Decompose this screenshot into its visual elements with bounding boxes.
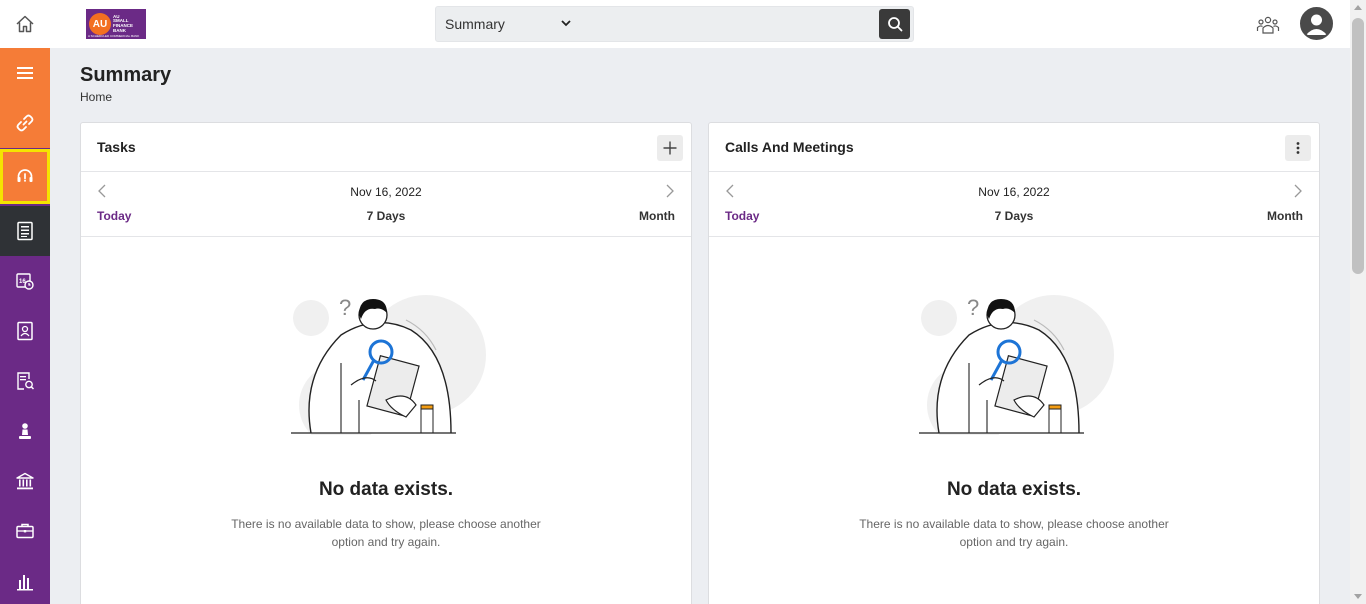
current-date: Nov 16, 2022 — [350, 185, 422, 199]
range-month[interactable]: Month — [639, 209, 675, 223]
scrollbar-thumb[interactable] — [1352, 18, 1364, 274]
logo-subtitle: A SCHEDULED COMMERCIAL BANK — [88, 34, 140, 38]
contact-card-icon — [17, 321, 33, 341]
empty-state-message: There is no available data to show, plea… — [859, 517, 1169, 549]
empty-state-message: There is no available data to show, plea… — [231, 517, 541, 549]
link-icon — [16, 114, 34, 132]
search-button[interactable] — [879, 9, 910, 39]
person-icon — [19, 423, 31, 439]
document-search-icon — [17, 372, 35, 390]
card-title: Tasks — [97, 139, 136, 155]
divider — [81, 236, 691, 237]
sidebar-item-menu[interactable] — [0, 48, 50, 98]
sidebar-item-calendar[interactable]: 16 — [0, 256, 50, 306]
document-list-icon — [17, 221, 33, 241]
range-7-days[interactable]: 7 Days — [81, 209, 691, 223]
sidebar-item-portfolio[interactable] — [0, 506, 50, 556]
global-search: Summary — [435, 6, 914, 42]
user-avatar[interactable] — [1300, 7, 1333, 40]
divider — [709, 236, 1319, 237]
chevron-right-icon[interactable] — [665, 184, 675, 198]
empty-state-title: No data exists. — [946, 479, 1082, 500]
empty-state-illustration: ? — [919, 295, 1114, 435]
bank-logo[interactable]: AU AU SMALL FINANCE BANK A SCHEDULED COM… — [86, 9, 146, 39]
support-icon — [17, 168, 33, 182]
home-button[interactable] — [0, 0, 50, 48]
more-vertical-icon — [1296, 142, 1300, 154]
sidebar-item-analytics[interactable] — [0, 556, 50, 604]
range-month[interactable]: Month — [1267, 209, 1303, 223]
briefcase-icon — [16, 523, 34, 539]
search-module-select[interactable]: Summary — [436, 7, 582, 41]
current-date: Nov 16, 2022 — [978, 185, 1050, 199]
bank-icon — [16, 472, 34, 490]
search-input[interactable] — [582, 7, 878, 41]
tasks-card: Tasks Nov 16, 2022 Today 7 Days Month ? … — [80, 122, 692, 604]
chevron-right-icon[interactable] — [1293, 184, 1303, 198]
date-navigator: Nov 16, 2022 Today 7 Days Month — [709, 172, 1319, 237]
svg-text:?: ? — [339, 295, 351, 320]
sidebar-item-contacts[interactable] — [0, 306, 50, 356]
date-navigator: Nov 16, 2022 Today 7 Days Month — [81, 172, 691, 237]
scroll-down-arrow[interactable] — [1354, 594, 1362, 599]
plus-icon — [663, 141, 677, 155]
page-scrollbar[interactable] — [1350, 0, 1366, 604]
empty-state-title: No data exists. — [318, 479, 454, 500]
calls-meetings-card: Calls And Meetings Nov 16, 2022 Today 7 … — [708, 122, 1320, 604]
sidebar-item-support[interactable] — [0, 149, 50, 204]
range-7-days[interactable]: 7 Days — [709, 209, 1319, 223]
sidebar-item-person[interactable] — [0, 406, 50, 456]
team-icon[interactable] — [1256, 13, 1280, 37]
search-icon — [887, 17, 902, 32]
sidebar-item-reports[interactable] — [0, 356, 50, 406]
menu-icon — [17, 67, 33, 79]
scroll-up-arrow[interactable] — [1354, 5, 1362, 10]
card-title: Calls And Meetings — [725, 139, 854, 155]
logo-badge: AU — [89, 13, 111, 35]
svg-text:?: ? — [967, 295, 979, 320]
logo-wordmark: AU SMALL FINANCE BANK — [113, 13, 133, 33]
page-title: Summary — [80, 64, 172, 86]
user-avatar-icon — [1302, 9, 1331, 38]
chevron-down-icon — [561, 20, 571, 27]
calendar-icon: 16 — [16, 273, 34, 290]
bar-chart-icon — [17, 575, 33, 591]
breadcrumb-home[interactable]: Home — [80, 90, 112, 104]
search-module-value: Summary — [445, 16, 505, 32]
empty-state-illustration: ? — [291, 295, 486, 435]
more-options-button[interactable] — [1285, 135, 1311, 161]
top-bar: AU AU SMALL FINANCE BANK A SCHEDULED COM… — [0, 0, 1350, 48]
add-task-button[interactable] — [657, 135, 683, 161]
sidebar-item-bank[interactable] — [0, 456, 50, 506]
sidebar: 16 — [0, 48, 50, 604]
home-icon — [16, 15, 34, 33]
sidebar-item-summary[interactable] — [0, 206, 50, 256]
sidebar-item-links[interactable] — [0, 98, 50, 148]
